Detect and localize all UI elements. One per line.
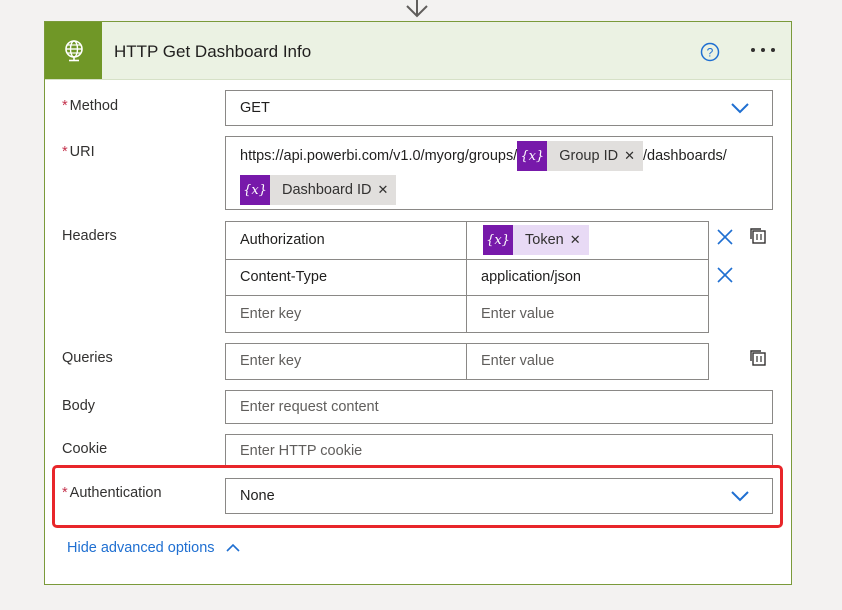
uri-input[interactable]: https://api.powerbi.com/v1.0/myorg/group… (225, 136, 773, 210)
query-value-input[interactable]: Enter value (466, 343, 709, 380)
uri-text-middle: /dashboards/ (643, 147, 727, 164)
hide-advanced-options-label: Hide advanced options (67, 540, 215, 556)
svg-text:?: ? (707, 46, 714, 60)
uri-text-prefix: https://api.powerbi.com/v1.0/myorg/group… (240, 147, 518, 164)
query-key-placeholder: Enter key (240, 353, 302, 369)
delete-header-icon[interactable] (716, 266, 734, 284)
header-value-placeholder: Enter value (481, 306, 555, 322)
query-value-placeholder: Enter value (481, 353, 555, 369)
remove-token-icon[interactable]: ✕ (624, 148, 643, 164)
expression-icon: {x} (240, 175, 270, 205)
switch-to-text-mode-icon[interactable] (748, 348, 768, 368)
method-value: GET (240, 100, 270, 116)
token-label: Dashboard ID (282, 182, 372, 198)
highlight-box (52, 465, 783, 528)
remove-token-icon[interactable]: ✕ (570, 232, 589, 248)
body-label: Body (62, 398, 96, 414)
query-key-input[interactable]: Enter key (225, 343, 467, 380)
header-value-input[interactable]: Enter value (466, 295, 709, 333)
action-title[interactable]: HTTP Get Dashboard Info (114, 42, 311, 62)
card-header[interactable]: HTTP Get Dashboard Info ? (45, 22, 791, 80)
cookie-input[interactable]: Enter HTTP cookie (225, 434, 773, 468)
group-id-token[interactable]: {x} Group ID ✕ (517, 141, 643, 171)
token-label: Token (525, 232, 564, 248)
uri-line-2: {x} Dashboard ID ✕ (240, 175, 397, 205)
chevron-up-icon (225, 543, 240, 552)
chevron-down-icon (731, 103, 749, 114)
uri-label: * URI (62, 144, 95, 160)
header-value-cell[interactable]: application/json (466, 259, 709, 296)
token-token[interactable]: {x} Token ✕ (483, 225, 589, 255)
method-label: * Method (62, 98, 119, 114)
header-key-placeholder: Enter key (240, 306, 302, 322)
header-key: Content-Type (240, 269, 328, 285)
token-label: Group ID (559, 148, 619, 164)
body-input[interactable]: Enter request content (225, 390, 773, 424)
header-value-cell[interactable]: {x} Token ✕ (466, 221, 709, 260)
queries-label: Queries (62, 350, 113, 366)
expression-icon: {x} (483, 225, 513, 255)
header-key-cell[interactable]: Content-Type (225, 259, 467, 296)
switch-to-text-mode-icon[interactable] (748, 226, 768, 246)
flow-connector-arrow-icon (406, 0, 428, 18)
headers-label: Headers (62, 228, 117, 244)
expression-icon: {x} (517, 141, 548, 171)
header-key: Authorization (240, 232, 325, 248)
cookie-placeholder: Enter HTTP cookie (240, 443, 363, 459)
header-value: application/json (481, 269, 581, 285)
header-key-cell[interactable]: Authorization (225, 221, 467, 260)
remove-token-icon[interactable]: ✕ (377, 182, 396, 198)
help-icon[interactable]: ? (700, 42, 720, 62)
dashboard-id-token[interactable]: {x} Dashboard ID ✕ (240, 175, 397, 205)
method-dropdown[interactable]: GET (225, 90, 773, 126)
http-action-icon-box (45, 22, 102, 79)
body-placeholder: Enter request content (240, 399, 379, 415)
uri-line-1: https://api.powerbi.com/v1.0/myorg/group… (240, 141, 727, 171)
more-options-icon[interactable] (745, 38, 781, 62)
delete-header-icon[interactable] (716, 228, 734, 246)
cookie-label: Cookie (62, 441, 108, 457)
header-key-input[interactable]: Enter key (225, 295, 467, 333)
hide-advanced-options-link[interactable]: Hide advanced options (67, 540, 241, 556)
globe-icon (64, 39, 83, 61)
